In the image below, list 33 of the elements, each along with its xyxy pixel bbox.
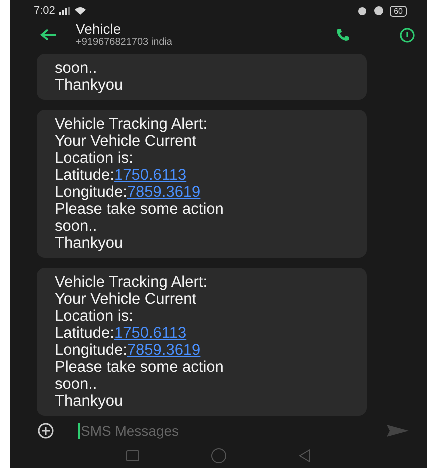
coordinate-link[interactable]: 1750.6113 [114,167,187,184]
message-line: Your Vehicle Current [55,133,198,150]
message-line: Location is: [55,308,134,325]
message-line: soon.. [55,376,98,393]
status-time: 7:02 [34,5,56,17]
phone-icon[interactable] [336,28,350,42]
message-line: Your Vehicle Current [55,291,198,308]
message-line: Latitude:1750.6113 [55,167,188,184]
message-input[interactable]: SMS Messages [78,423,363,439]
wifi-icon [75,7,86,15]
message-line: Please take some action [55,201,225,218]
message-line: Thankyou [55,393,124,410]
message-line: Thankyou [55,235,124,252]
coordinate-link[interactable]: 7859.3619 [127,342,201,359]
battery-indicator: 60 [390,6,407,16]
add-icon[interactable] [38,423,54,439]
coordinate-link[interactable]: 7859.3619 [127,184,201,201]
signal-icon [59,7,72,15]
message-line: Vehicle Tracking Alert: [55,274,208,291]
message-line: Thankyou [55,77,124,94]
message-line: Longitude:7859.3619 [55,342,202,359]
message-line: Please take some action [55,359,225,376]
contact-number: +919676821703 india [76,37,174,48]
message-line: soon.. [55,218,98,235]
message-line: Vehicle Tracking Alert: [55,116,208,133]
back-arrow-icon[interactable] [40,29,56,41]
info-icon[interactable] [400,28,415,42]
contact-name: Vehicle [76,22,122,37]
coordinate-link[interactable]: 1750.6113 [114,325,187,342]
message-line: Latitude:1750.6113 [55,325,188,342]
message-line: Location is: [55,150,134,167]
message-line: Longitude:7859.3619 [55,184,202,201]
message-line: soon.. [55,60,98,77]
